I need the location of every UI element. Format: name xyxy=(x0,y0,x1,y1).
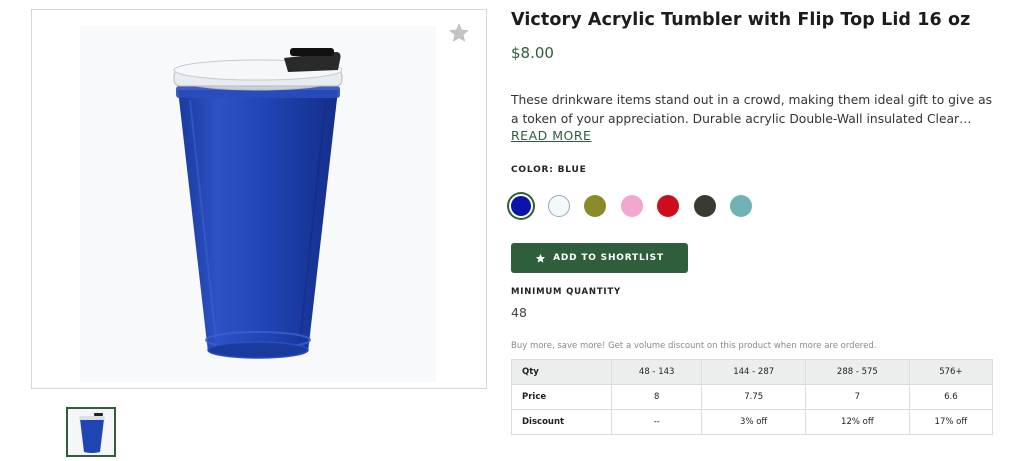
add-to-shortlist-label: ADD TO SHORTLIST xyxy=(553,253,664,263)
table-cell: 576+ xyxy=(908,359,994,385)
star-icon xyxy=(536,253,546,263)
table-cell: -- xyxy=(610,409,703,435)
table-cell: 288 - 575 xyxy=(805,359,910,385)
table-row-price: Price 8 7.75 7 6.6 xyxy=(511,384,994,410)
product-description: These drinkware items stand out in a cro… xyxy=(511,91,996,129)
row-header: Price xyxy=(511,384,612,410)
table-row-discount: Discount -- 3% off 12% off 17% off xyxy=(511,409,994,435)
swatch-red[interactable] xyxy=(657,195,679,217)
table-cell: 7.75 xyxy=(701,384,807,410)
read-more-link[interactable]: READ MORE xyxy=(511,128,591,143)
table-cell: 7 xyxy=(805,384,910,410)
volume-discount-note: Buy more, save more! Get a volume discou… xyxy=(511,341,877,351)
color-label: COLOR: BLUE xyxy=(511,165,587,175)
tumbler-image xyxy=(173,48,343,359)
table-row-qty: Qty 48 - 143 144 - 287 288 - 575 576+ xyxy=(511,359,994,385)
pricing-table: Qty 48 - 143 144 - 287 288 - 575 576+ Pr… xyxy=(511,359,994,435)
row-header: Qty xyxy=(511,359,612,385)
table-cell: 48 - 143 xyxy=(610,359,703,385)
product-title: Victory Acrylic Tumbler with Flip Top Li… xyxy=(511,10,971,30)
product-description-text: These drinkware items stand out in a cro… xyxy=(511,93,993,126)
product-thumbnail[interactable] xyxy=(66,407,116,457)
swatch-clear[interactable] xyxy=(547,195,570,217)
swatch-olive[interactable] xyxy=(584,195,606,217)
favorite-star-icon[interactable] xyxy=(448,22,470,44)
minimum-quantity-value: 48 xyxy=(511,305,527,320)
swatch-teal[interactable] xyxy=(730,195,752,217)
add-to-shortlist-button[interactable]: ADD TO SHORTLIST xyxy=(511,243,688,273)
table-cell: 17% off xyxy=(908,409,994,435)
swatch-blue[interactable] xyxy=(511,196,531,216)
product-price: $8.00 xyxy=(511,44,554,62)
tumbler-thumbnail-image xyxy=(79,413,105,453)
table-cell: 8 xyxy=(610,384,703,410)
row-header: Discount xyxy=(511,409,612,435)
table-cell: 3% off xyxy=(701,409,807,435)
table-cell: 6.6 xyxy=(908,384,994,410)
product-image-panel[interactable] xyxy=(31,9,487,389)
swatch-black[interactable] xyxy=(693,195,716,217)
table-cell: 12% off xyxy=(805,409,910,435)
table-cell: 144 - 287 xyxy=(701,359,807,385)
swatch-pink[interactable] xyxy=(620,195,643,217)
minimum-quantity-label: MINIMUM QUANTITY xyxy=(511,287,621,297)
